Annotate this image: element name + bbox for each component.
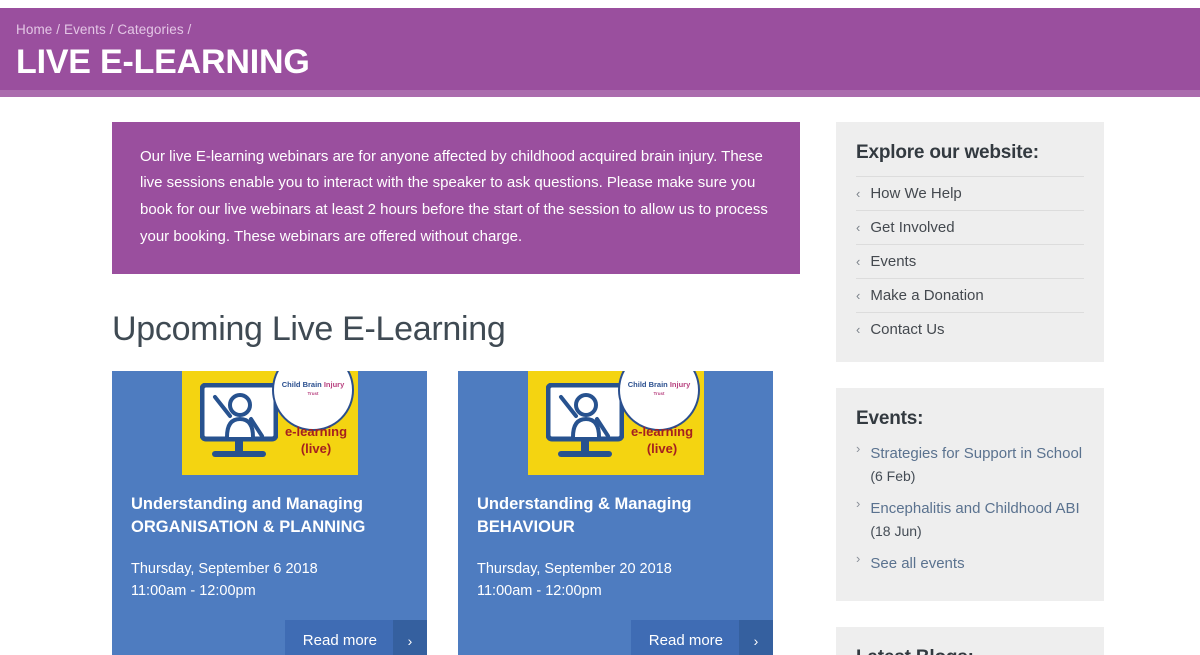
event-card-image: Child Brain Injury Trust e-learning (liv… (458, 371, 773, 476)
event-link-label[interactable]: Strategies for Support in School (870, 445, 1082, 462)
elearning-caption-line2: (live) (300, 440, 332, 456)
explore-nav-list: ‹ How We Help ‹ Get Involved ‹ Events ‹ … (856, 175, 1084, 346)
logo-text: Child Brain Injury (274, 381, 352, 389)
sidebar-item-label: How We Help (870, 184, 962, 202)
page-header: Home / Events / Categories / LIVE E-LEAR… (0, 8, 1200, 97)
elearning-caption-line1: e-learning (630, 424, 694, 440)
sidebar-item-get-involved[interactable]: ‹ Get Involved (856, 209, 1084, 244)
sidebar-item-make-a-donation[interactable]: ‹ Make a Donation (856, 277, 1084, 312)
event-card-title: Understanding and Managing ORGANISATION … (131, 495, 366, 537)
elearning-caption: e-learning (live) (278, 424, 354, 457)
chevron-left-icon: ‹ (856, 321, 861, 337)
chevron-left-icon: ‹ (856, 185, 861, 201)
read-more-label: Read more (648, 632, 723, 650)
top-white-strip (0, 0, 1200, 8)
chevron-right-icon: › (856, 496, 861, 512)
event-card-body: Understanding and Managing ORGANISATION … (112, 475, 427, 602)
chevron-left-icon: ‹ (856, 287, 861, 303)
event-card-date: Thursday, September 20 2018 (477, 560, 672, 577)
event-card[interactable]: Child Brain Injury Trust e-learning (liv… (458, 371, 773, 655)
logo-word-trust: Trust (653, 391, 665, 397)
explore-widget: Explore our website: ‹ How We Help ‹ Get… (836, 121, 1104, 362)
read-more-button[interactable]: Read more › (630, 620, 773, 655)
logo-word-trust: Trust (307, 391, 319, 397)
list-item[interactable]: › See all events (856, 552, 1084, 575)
sidebar-item-label: Contact Us (870, 320, 945, 338)
event-card-time: 11:00am - 12:00pm (131, 583, 256, 599)
chevron-right-icon: › (856, 440, 861, 456)
chevron-right-icon: › (739, 620, 773, 655)
event-card-body: Understanding & Managing BEHAVIOUR Thurs… (458, 475, 773, 602)
sidebar-item-how-we-help[interactable]: ‹ How We Help (856, 175, 1084, 210)
logo-word-child-brain: Child Brain (627, 380, 668, 390)
event-card-time: 11:00am - 12:00pm (477, 583, 602, 599)
blogs-widget-title: Latest Blogs: (856, 647, 1084, 655)
logo-word-child-brain: Child Brain (281, 380, 322, 390)
event-card-image: Child Brain Injury Trust e-learning (liv… (112, 371, 427, 476)
event-link-date: (6 Feb) (870, 467, 916, 484)
event-card[interactable]: Child Brain Injury Trust e-learning (liv… (112, 371, 427, 655)
logo-word-injury: Injury (669, 380, 691, 390)
events-list: › Strategies for Support in School (6 Fe… (856, 442, 1084, 576)
see-all-events-link[interactable]: See all events (870, 555, 964, 572)
read-more-label: Read more (302, 632, 377, 650)
page-title: LIVE E-LEARNING (16, 43, 310, 81)
chevron-right-icon: › (856, 551, 861, 567)
monitor-person-icon (546, 383, 624, 458)
intro-text: Our live E-learning webinars are for any… (140, 147, 768, 245)
event-card-date: Thursday, September 6 2018 (131, 560, 318, 577)
events-widget-title: Events: (856, 407, 924, 429)
event-link-date: (18 Jun) (870, 523, 922, 540)
event-card-list: Child Brain Injury Trust e-learning (liv… (112, 371, 800, 655)
sidebar-item-events[interactable]: ‹ Events (856, 243, 1084, 278)
sidebar-item-label: Get Involved (870, 218, 955, 236)
section-heading: Upcoming Live E-Learning (112, 310, 506, 349)
monitor-person-icon (200, 383, 278, 458)
event-card-footer: Read more › (112, 620, 427, 655)
event-card-title: Understanding & Managing BEHAVIOUR (477, 495, 692, 537)
sidebar: Explore our website: ‹ How We Help ‹ Get… (800, 121, 1200, 655)
main-content: Our live E-learning webinars are for any… (0, 121, 800, 655)
events-widget: Events: › Strategies for Support in Scho… (836, 387, 1104, 601)
list-item[interactable]: › Strategies for Support in School (6 Fe… (856, 442, 1084, 488)
explore-widget-title: Explore our website: (856, 141, 1039, 163)
intro-callout: Our live E-learning webinars are for any… (112, 121, 800, 275)
chevron-left-icon: ‹ (856, 219, 861, 235)
read-more-button[interactable]: Read more › (284, 620, 427, 655)
elearning-caption: e-learning (live) (624, 424, 700, 457)
chevron-right-icon: › (393, 620, 427, 655)
elearning-caption-line2: (live) (646, 440, 678, 456)
event-link-label[interactable]: Encephalitis and Childhood ABI (870, 500, 1079, 517)
blogs-widget: Latest Blogs: Nights are awful, but (836, 626, 1104, 655)
page-layout: Our live E-learning webinars are for any… (0, 97, 1200, 655)
elearning-caption-line1: e-learning (284, 424, 348, 440)
list-item[interactable]: › Encephalitis and Childhood ABI (18 Jun… (856, 497, 1084, 543)
sidebar-item-label: Make a Donation (870, 286, 984, 304)
logo-text: Child Brain Injury (620, 381, 698, 389)
breadcrumb[interactable]: Home / Events / Categories / (16, 22, 1200, 37)
sidebar-item-label: Events (870, 252, 917, 270)
logo-word-injury: Injury (323, 380, 345, 390)
event-card-footer: Read more › (458, 620, 773, 655)
sidebar-item-contact-us[interactable]: ‹ Contact Us (856, 311, 1084, 346)
chevron-left-icon: ‹ (856, 253, 861, 269)
